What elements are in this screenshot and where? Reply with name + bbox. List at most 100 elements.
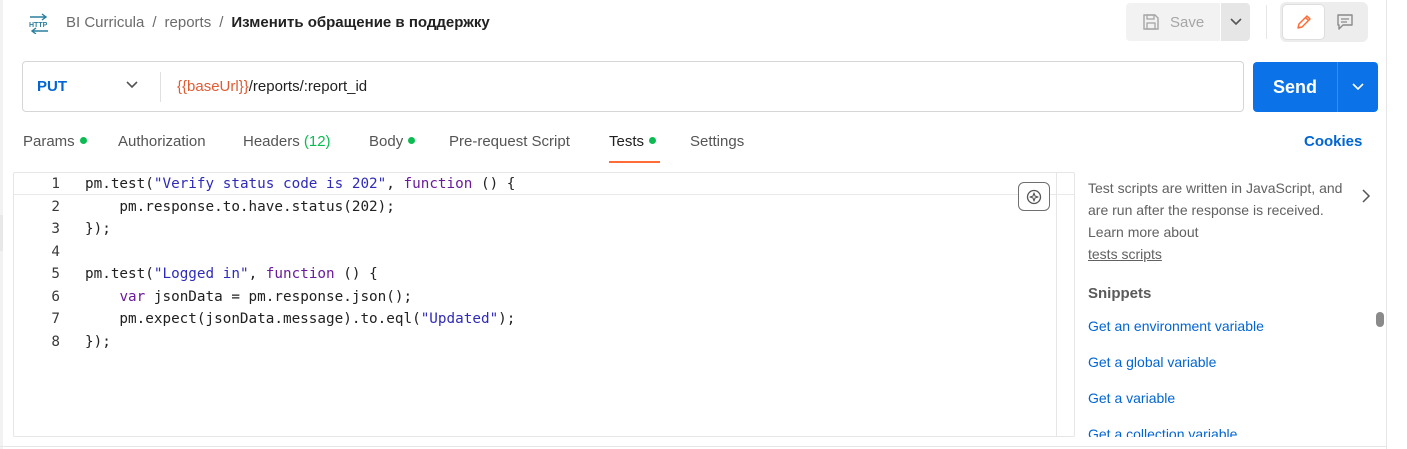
code-token: pm.test( [85,266,154,282]
snippet-list-clip: Get a collection variable [1080,420,1380,437]
status-dot [408,137,416,144]
url-divider [160,72,161,102]
tab-label: Authorization [118,133,206,150]
tab-authorization[interactable]: Authorization [118,133,206,150]
tab-label: Params [23,133,75,150]
code-text: var jsonData = pm.response.json(); [85,286,412,308]
pencil-icon [1296,15,1311,29]
ai-snippet-button[interactable] [1018,182,1050,211]
url-base-variable: {{baseUrl}} [177,78,249,95]
editor-panel-divider[interactable] [1056,172,1057,437]
code-token: , [248,266,266,282]
code-token: pm.expect(jsonData.message).to.eql( [85,311,421,327]
snippet-link[interactable]: Get an environment variable [1088,318,1264,334]
save-button[interactable]: Save [1126,3,1220,41]
code-token: jsonData = pm.response.json(); [145,288,413,305]
url-input[interactable]: {{baseUrl}}/reports/:report_id [177,78,367,95]
code-token: }); [85,221,111,237]
active-tab-indicator [609,161,660,163]
chevron-down-icon[interactable] [126,81,138,89]
line-number: 2 [51,198,60,215]
cookies-link[interactable]: Cookies [1304,133,1362,150]
view-mode-toggle [1280,2,1368,42]
code-token: pm.response.to.have.status(202); [85,198,395,215]
method-select[interactable]: PUT [37,78,67,95]
code-text: pm.test("Logged in", function () { [85,263,378,285]
line-number: 6 [51,288,60,305]
save-options-button[interactable] [1221,3,1250,41]
tab-pre-request-script[interactable]: Pre-request Script [449,133,570,150]
code-line[interactable]: 5 pm.test("Logged in", function () { [14,263,1054,285]
tab-body[interactable]: Body [369,133,416,150]
code-string: "Logged in" [153,266,249,282]
status-dot [79,137,87,144]
tab-label: Settings [690,133,745,150]
comments-button[interactable] [1324,5,1365,39]
header-divider [1266,5,1267,39]
headers-count: (12) [303,133,331,150]
save-icon [1143,14,1159,30]
tab-headers[interactable]: Headers (12) [243,133,331,150]
tests-help-text: Test scripts are written in JavaScript, … [1088,177,1348,265]
code-line[interactable]: 2 pm.response.to.have.status(202); [14,196,1054,218]
tab-label: Headers [243,133,300,150]
tab-params[interactable]: Params [23,133,87,150]
code-line[interactable]: 3}); [14,218,1054,240]
code-keyword: function [265,266,335,282]
help-description: Test scripts are written in JavaScript, … [1088,180,1343,240]
snippets-title: Snippets [1088,285,1152,302]
code-line[interactable]: 6 var jsonData = pm.response.json(); [14,286,1054,308]
code-line[interactable]: 4 [14,241,1054,263]
code-keyword: var [119,288,146,305]
code-text: }); [85,331,111,353]
code-token: }); [85,333,111,350]
bottom-frame-edge [0,446,1387,447]
status-dot [649,137,657,144]
breadcrumb-folder[interactable]: reports [165,14,212,31]
code-line[interactable]: 8}); [14,331,1054,353]
line-number: 7 [51,311,60,327]
code-token: () { [334,266,378,282]
breadcrumb: BI Curricula / reports / Изменить обращение … [66,14,490,32]
save-button-group: Save [1126,3,1250,41]
breadcrumb-separator: / [152,14,157,31]
tab-label: Tests [609,133,645,150]
snippet-link[interactable]: Get a collection variable [1088,426,1237,437]
snippet-link[interactable]: Get a global variable [1088,354,1216,370]
request-name[interactable]: Изменить обращение в поддержку [231,14,489,31]
line-number: 4 [51,243,60,260]
chevron-right-icon[interactable] [1361,189,1371,203]
tab-tests[interactable]: Tests [609,133,657,150]
code-text: pm.expect(jsonData.message).to.eql("Upda… [85,308,515,330]
svg-text:HTTP: HTTP [29,22,48,29]
edit-mode-button[interactable] [1283,5,1324,39]
request-url-bar: PUT {{baseUrl}}/reports/:report_id [22,61,1244,112]
tab-label: Pre-request Script [449,133,570,150]
line-number: 3 [51,221,60,237]
code-token: ); [498,311,516,327]
code-text: }); [85,218,111,240]
send-button[interactable]: Send [1253,62,1337,112]
tab-label: Body [369,133,404,150]
send-button-group: Send [1253,62,1378,112]
code-line[interactable]: 7 pm.expect(jsonData.message).to.eql("Up… [14,308,1054,330]
tab-settings[interactable]: Settings [690,133,744,150]
line-number: 5 [51,266,60,282]
code-text: pm.response.to.have.status(202); [85,196,395,218]
save-label: Save [1170,13,1205,31]
test-script-editor[interactable]: 1 pm.test("Verify status code is 202", fu… [13,172,1075,437]
http-icon: HTTP [27,12,51,35]
sidebar-resize-handle[interactable] [0,215,3,251]
tests-scripts-link[interactable]: tests scripts [1088,246,1162,262]
breadcrumb-collection[interactable]: BI Curricula [66,14,144,31]
snippet-link[interactable]: Get a variable [1088,390,1175,406]
code-string: "Updated" [420,311,499,327]
comment-icon [1336,14,1353,30]
send-options-button[interactable] [1338,62,1378,112]
current-line-highlight [13,172,1075,195]
chevron-down-icon [1352,83,1364,91]
sparkle-icon [1026,189,1042,204]
right-frame-edge [1386,0,1387,449]
scrollbar-thumb[interactable] [1376,312,1384,327]
